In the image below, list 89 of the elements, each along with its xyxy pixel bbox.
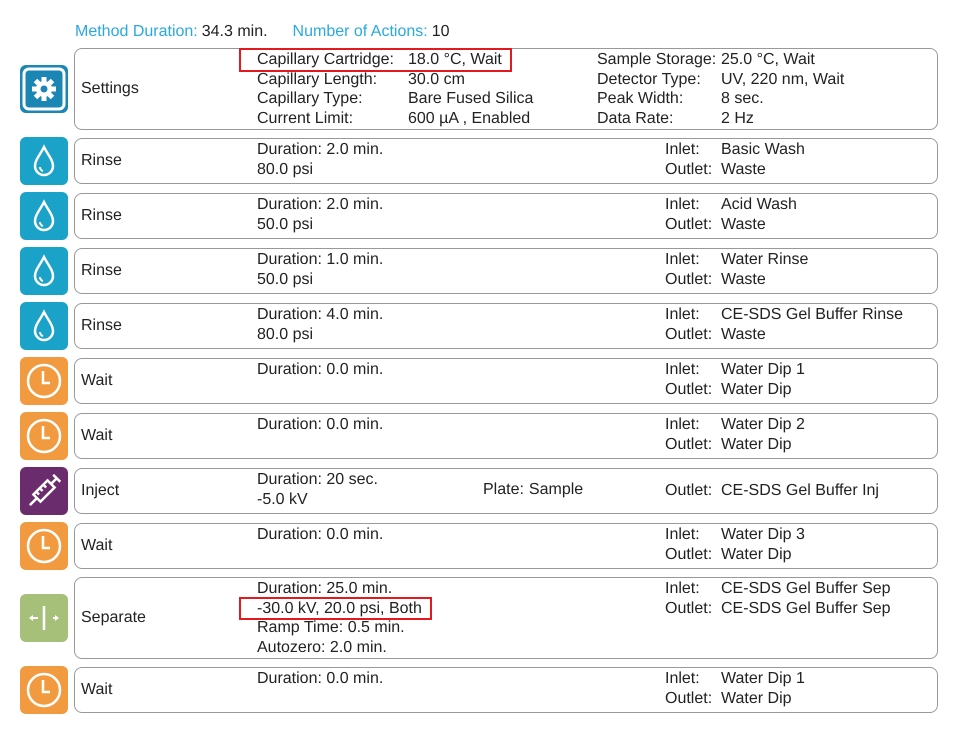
port-label: Outlet: xyxy=(665,380,714,399)
port-value: CE-SDS Gel Buffer Inj xyxy=(721,481,879,501)
step-detail: -30.0 kV, 20.0 psi, Both xyxy=(241,598,430,618)
setting-value: UV, 220 nm, Wait xyxy=(721,70,844,89)
step-detail: -5.0 kV xyxy=(257,490,308,509)
port-label: Outlet: xyxy=(665,544,714,564)
port-value: Waste xyxy=(721,270,766,289)
step-detail: 80.0 psi xyxy=(257,160,314,179)
setting-label: Peak Width: xyxy=(597,89,684,108)
port-label: Outlet: xyxy=(665,598,714,618)
port-value: Water Dip 1 xyxy=(721,360,805,380)
port-label: Inlet: xyxy=(665,579,701,598)
step-detail: Duration: 2.0 min. xyxy=(257,140,384,160)
port-value: Water Dip xyxy=(721,380,792,399)
setting-value: 2 Hz xyxy=(721,108,754,128)
step-detail: Duration: 0.0 min. xyxy=(257,415,384,434)
setting-value: Bare Fused Silica xyxy=(408,89,534,108)
port-value: Waste xyxy=(721,324,766,344)
port-value: Acid Wash xyxy=(721,195,797,214)
step-detail: Duration: 0.0 min. xyxy=(257,360,384,380)
port-label: Outlet: xyxy=(665,324,714,344)
step-detail: 80.0 psi xyxy=(257,324,314,344)
step-name: Wait xyxy=(80,426,114,446)
step-detail: Ramp Time: 0.5 min. xyxy=(257,618,405,638)
setting-value: 18.0 °C, Wait xyxy=(408,50,502,70)
port-label: Outlet: xyxy=(665,481,714,501)
step-detail: 50.0 psi xyxy=(257,270,314,289)
step-detail: Duration: 0.0 min. xyxy=(257,525,384,544)
port-label: Inlet: xyxy=(665,415,701,434)
port-value: CE-SDS Gel Buffer Sep xyxy=(721,579,891,598)
port-value: Basic Wash xyxy=(721,140,805,160)
summary-label: Method Duration: xyxy=(75,23,198,40)
setting-value: 30.0 cm xyxy=(408,70,465,89)
step-name: Rinse xyxy=(80,151,123,171)
step-name: Rinse xyxy=(80,316,123,336)
port-label: Inlet: xyxy=(665,525,701,544)
port-value: Water Dip xyxy=(721,544,792,564)
port-value: CE-SDS Gel Buffer Rinse xyxy=(721,305,903,324)
port-value: Waste xyxy=(721,214,766,234)
port-label: Outlet: xyxy=(665,434,714,454)
port-label: Outlet: xyxy=(665,688,714,708)
port-label: Inlet: xyxy=(665,140,701,160)
setting-label: Capillary Type: xyxy=(257,89,364,108)
port-label: Inlet: xyxy=(665,360,701,380)
port-label: Outlet: xyxy=(665,270,714,289)
port-value: Water Dip 1 xyxy=(721,669,805,688)
step-name: Rinse xyxy=(80,261,123,281)
port-label: Inlet: xyxy=(665,250,701,270)
port-label: Inlet: xyxy=(665,305,701,324)
step-detail: Duration: 0.0 min. xyxy=(257,669,384,688)
step-detail: Duration: 2.0 min. xyxy=(257,195,384,214)
summary-value: 10 xyxy=(432,23,450,40)
setting-value: 8 sec. xyxy=(721,89,764,108)
plate-value: Sample xyxy=(528,480,584,500)
summary-label: Number of Actions: xyxy=(292,23,428,40)
port-value: Water Dip xyxy=(721,434,792,454)
port-value: Water Dip 2 xyxy=(721,415,805,434)
step-detail: Duration: 25.0 min. xyxy=(257,579,392,598)
plate-label: Plate: xyxy=(483,480,524,500)
step-name: Wait xyxy=(80,536,114,556)
setting-value: 600 µA , Enabled xyxy=(408,108,530,128)
port-value: Water Dip xyxy=(721,688,792,708)
port-label: Inlet: xyxy=(665,195,701,214)
step-detail: Duration: 4.0 min. xyxy=(257,305,384,324)
step-name: Wait xyxy=(80,680,114,700)
step-name: Wait xyxy=(80,371,114,391)
setting-label: Capillary Length: xyxy=(257,70,378,89)
summary-value: 34.3 min. xyxy=(202,23,268,40)
port-label: Inlet: xyxy=(665,669,701,688)
step-name: Inject xyxy=(80,481,120,501)
step-detail: Duration: 20 sec. xyxy=(257,470,378,490)
setting-label: Capillary Cartridge: xyxy=(257,50,395,70)
port-label: Outlet: xyxy=(665,214,714,234)
step-name: Separate xyxy=(80,608,147,628)
port-value: Water Dip 3 xyxy=(721,525,805,544)
port-value: Waste xyxy=(721,160,766,179)
port-value: Water Rinse xyxy=(721,250,808,270)
setting-label: Sample Storage: xyxy=(597,50,718,70)
step-name: Rinse xyxy=(80,206,123,226)
step-detail: Autozero: 2.0 min. xyxy=(257,638,387,657)
setting-label: Detector Type: xyxy=(597,70,702,89)
setting-label: Data Rate: xyxy=(597,108,674,128)
setting-label: Current Limit: xyxy=(257,108,354,128)
step-detail: 50.0 psi xyxy=(257,214,314,234)
port-value: CE-SDS Gel Buffer Sep xyxy=(721,598,891,618)
port-label: Outlet: xyxy=(665,160,714,179)
step-detail: Duration: 1.0 min. xyxy=(257,250,384,270)
setting-value: 25.0 °C, Wait xyxy=(721,50,815,70)
step-name: Settings xyxy=(80,79,140,99)
